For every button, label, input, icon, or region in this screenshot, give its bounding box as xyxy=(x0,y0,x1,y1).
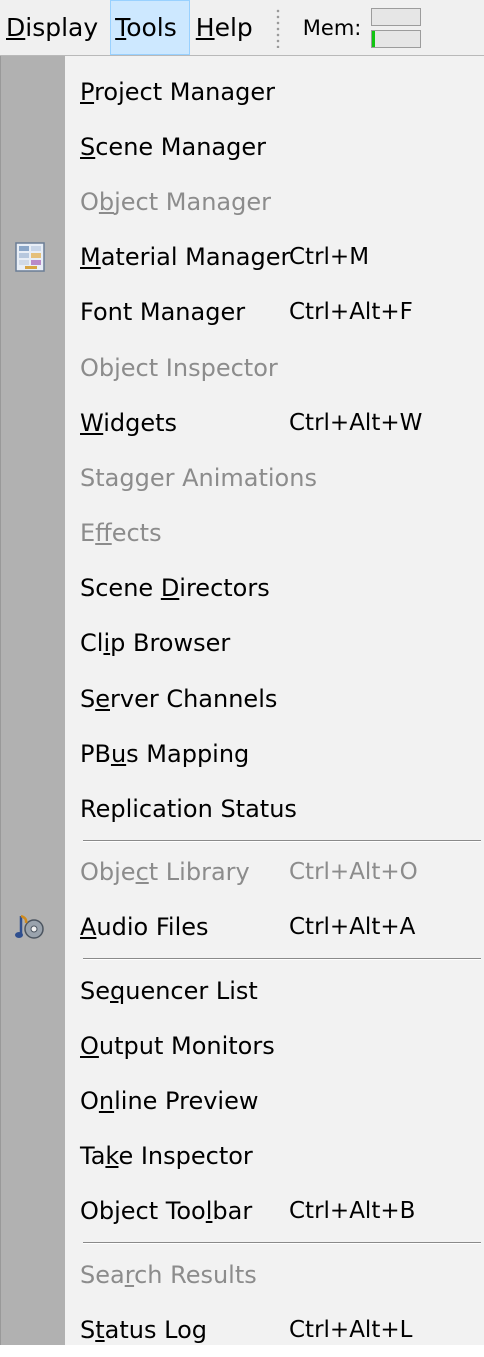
menu-bar: Display Tools Help Mem: xyxy=(0,0,484,56)
memory-bar-bottom xyxy=(371,29,422,48)
menu-item-shortcut: Ctrl+Alt+L xyxy=(289,1316,413,1343)
menu-separator-wrap xyxy=(1,955,484,963)
memory-label: Mem: xyxy=(302,15,362,40)
menu-item-replication-status[interactable]: Replication Status xyxy=(1,781,484,836)
menu-item-shortcut: Ctrl+Alt+F xyxy=(289,299,413,326)
menu-item-label: Output Monitors xyxy=(80,1031,275,1060)
menu-tools-label: Tools xyxy=(115,13,177,42)
menu-separator-wrap xyxy=(1,1239,484,1247)
menu-item-output-monitors[interactable]: Output Monitors xyxy=(1,1018,484,1073)
menu-help-label: Help xyxy=(195,13,253,42)
menu-item-search-results: Search Results xyxy=(1,1247,484,1302)
menu-separator-wrap xyxy=(1,837,484,845)
menu-item-shortcut: Ctrl+M xyxy=(289,244,370,271)
menu-item-label: Sequencer List xyxy=(80,976,258,1005)
audio-files-icon xyxy=(13,910,47,944)
memory-meter xyxy=(371,7,422,48)
menu-item-label: Object Library xyxy=(80,858,250,887)
menu-item-take-inspector[interactable]: Take Inspector xyxy=(1,1129,484,1184)
menu-item-label: Material Manager xyxy=(80,243,291,272)
menu-item-object-inspector: Object Inspector xyxy=(1,340,484,395)
toolbar-grip[interactable] xyxy=(274,7,281,48)
menu-item-project-manager[interactable]: Project Manager xyxy=(1,64,484,119)
display-dropdown-menu: Project Manager Scene Manager Object Manag… xyxy=(0,56,484,1345)
menu-item-label: Effects xyxy=(80,519,162,548)
menu-item-scene-directors[interactable]: Scene Directors xyxy=(1,561,484,616)
menu-item-label: Scene Directors xyxy=(80,574,270,603)
menu-item-scene-manager[interactable]: Scene Manager xyxy=(1,119,484,174)
menu-item-label: Replication Status xyxy=(80,795,297,824)
menu-item-label: Clip Browser xyxy=(80,629,231,658)
menu-item-label: Project Manager xyxy=(80,77,275,106)
menu-help[interactable]: Help xyxy=(190,0,265,55)
menu-display[interactable]: Display xyxy=(0,0,110,55)
menu-item-object-toolbar[interactable]: Object Toolbar Ctrl+Alt+B xyxy=(1,1184,484,1239)
material-palette-icon xyxy=(13,240,47,274)
menu-item-object-manager: Object Manager xyxy=(1,174,484,229)
menu-item-label: Font Manager xyxy=(80,298,246,327)
menu-display-label: Display xyxy=(6,13,99,42)
menu-item-label: Online Preview xyxy=(80,1086,259,1115)
menu-item-shortcut: Ctrl+Alt+A xyxy=(289,914,416,941)
menu-separator xyxy=(83,958,481,960)
menu-item-online-preview[interactable]: Online Preview xyxy=(1,1073,484,1128)
menu-item-audio-files[interactable]: Audio Files Ctrl+Alt+A xyxy=(1,900,484,955)
menu-item-clip-browser[interactable]: Clip Browser xyxy=(1,616,484,671)
menu-items: Project Manager Scene Manager Object Manag… xyxy=(1,64,484,1357)
menu-item-label: Scene Manager xyxy=(80,132,266,161)
menu-item-shortcut: Ctrl+Alt+W xyxy=(289,409,423,436)
menu-item-label: Server Channels xyxy=(80,684,278,713)
menu-separator xyxy=(83,1241,481,1244)
menu-item-font-manager[interactable]: Font Manager Ctrl+Alt+F xyxy=(1,285,484,340)
menu-tools[interactable]: Tools xyxy=(110,0,190,55)
menu-item-sequencer-list[interactable]: Sequencer List xyxy=(1,963,484,1018)
menu-item-object-library: Object Library Ctrl+Alt+O xyxy=(1,845,484,900)
memory-bar-fill xyxy=(372,30,376,47)
menu-item-effects: Effects xyxy=(1,506,484,561)
menu-separator xyxy=(83,839,481,842)
menu-item-widgets[interactable]: Widgets Ctrl+Alt+W xyxy=(1,395,484,450)
menu-item-label: Status Log xyxy=(80,1315,207,1344)
menu-item-label: PBus Mapping xyxy=(80,739,250,768)
menu-item-label: Take Inspector xyxy=(80,1142,253,1171)
menu-item-status-log[interactable]: Status Log Ctrl+Alt+L xyxy=(1,1302,484,1357)
menu-item-pbus-mapping[interactable]: PBus Mapping xyxy=(1,726,484,781)
menu-item-label: Object Manager xyxy=(80,187,271,216)
menu-item-shortcut: Ctrl+Alt+B xyxy=(289,1198,416,1225)
memory-bar-top xyxy=(371,7,422,26)
menu-item-label: Object Toolbar xyxy=(80,1197,253,1226)
menu-item-stagger-animations: Stagger Animations xyxy=(1,450,484,505)
menu-item-label: Search Results xyxy=(80,1260,257,1289)
menu-item-label: Audio Files xyxy=(80,913,209,942)
menu-item-server-channels[interactable]: Server Channels xyxy=(1,671,484,726)
menu-item-label: Object Inspector xyxy=(80,353,278,382)
menu-item-shortcut: Ctrl+Alt+O xyxy=(289,859,418,886)
menu-item-label: Stagger Animations xyxy=(80,463,317,492)
menu-item-label: Widgets xyxy=(80,408,178,437)
menu-item-material-manager[interactable]: Material Manager Ctrl+M xyxy=(1,230,484,285)
